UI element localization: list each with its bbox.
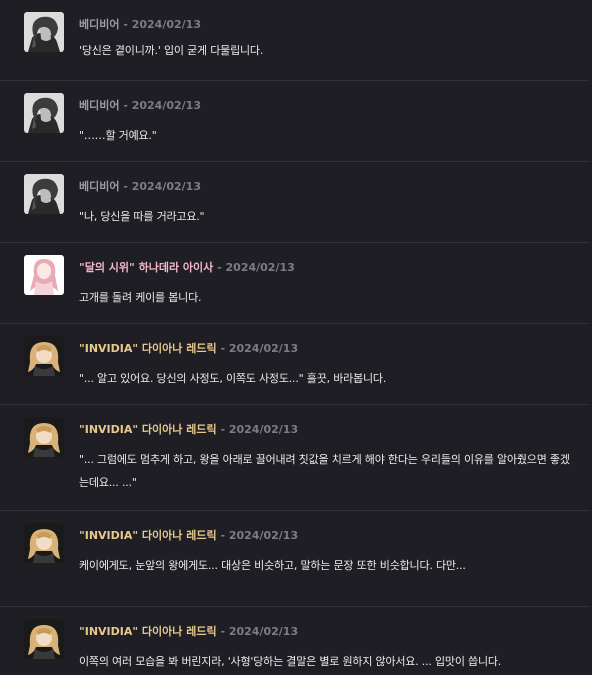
blonde-girl-avatar-icon[interactable] [24, 523, 64, 563]
message-date: 2024/02/13 [228, 625, 299, 638]
author-name[interactable]: 베디비어 [79, 99, 119, 112]
date-separator: - [216, 342, 229, 355]
chat-message: "INVIDIA" 다이아나 레드릭 - 2024/02/13 "... 그럼에… [0, 405, 589, 511]
message-header: "INVIDIA" 다이아나 레드릭 - 2024/02/13 [79, 529, 298, 543]
chat-message: 베디비어 - 2024/02/13 '당신은 곁이니까.' 입이 굳게 다물립니… [0, 0, 589, 81]
message-text: '당신은 곁이니까.' 입이 굳게 다물립니다. [79, 44, 264, 57]
chat-message: "INVIDIA" 다이아나 레드릭 - 2024/02/13 이쪽의 여러 모… [0, 607, 589, 675]
message-text: 케이에게도, 눈앞의 왕에게도... 대상은 비슷하고, 말하는 문장 또한 비… [79, 559, 466, 572]
dark-haired-man-avatar-icon[interactable] [24, 174, 64, 214]
chat-message: "INVIDIA" 다이아나 레드릭 - 2024/02/13 "... 알고 … [0, 324, 589, 405]
date-separator: - [216, 529, 229, 542]
chat-message: 베디비어 - 2024/02/13 "……할 거예요." [0, 81, 589, 162]
date-separator: - [119, 18, 132, 31]
message-header: 베디비어 - 2024/02/13 [79, 99, 201, 113]
message-date: 2024/02/13 [228, 529, 299, 542]
message-date: 2024/02/13 [131, 18, 201, 31]
message-text: "나, 당신을 따를 거라고요." [79, 210, 205, 223]
date-separator: - [213, 261, 226, 274]
message-header: 베디비어 - 2024/02/13 [79, 180, 201, 194]
pink-haired-girl-avatar-icon[interactable] [24, 255, 64, 295]
message-header: "달의 시위" 하나데라 아이사 - 2024/02/13 [79, 261, 295, 275]
message-text: "... 알고 있어요. 당신의 사정도, 이쪽도 사정도..." 흘끗, 바라… [79, 372, 387, 385]
message-date: 2024/02/13 [228, 423, 299, 436]
author-name[interactable]: "달의 시위" 하나데라 아이사 [79, 261, 213, 274]
message-text: "... 그럼에도 멈추게 하고, 왕을 아래로 끌어내려 칫값을 치르게 해야… [79, 453, 570, 489]
chat-message: "달의 시위" 하나데라 아이사 - 2024/02/13 고개를 돌려 케이를… [0, 243, 589, 324]
dark-haired-man-avatar-icon[interactable] [24, 93, 64, 133]
message-text: 고개를 돌려 케이를 봅니다. [79, 291, 202, 304]
message-header: "INVIDIA" 다이아나 레드릭 - 2024/02/13 [79, 342, 298, 356]
message-date: 2024/02/13 [228, 342, 299, 355]
blonde-girl-avatar-icon[interactable] [24, 417, 64, 457]
author-name[interactable]: "INVIDIA" 다이아나 레드릭 [79, 625, 217, 638]
message-date: 2024/02/13 [225, 261, 295, 274]
date-separator: - [119, 180, 132, 193]
message-text: 이쪽의 여러 모습을 봐 버린지라, '사형'당하는 결말은 별로 원하지 않아… [79, 655, 502, 668]
message-header: "INVIDIA" 다이아나 레드릭 - 2024/02/13 [79, 423, 298, 437]
author-name[interactable]: "INVIDIA" 다이아나 레드릭 [79, 342, 217, 355]
message-date: 2024/02/13 [131, 180, 201, 193]
date-separator: - [119, 99, 132, 112]
author-name[interactable]: "INVIDIA" 다이아나 레드릭 [79, 529, 217, 542]
date-separator: - [216, 423, 229, 436]
blonde-girl-avatar-icon[interactable] [24, 336, 64, 376]
blonde-girl-avatar-icon[interactable] [24, 619, 64, 659]
message-feed: 베디비어 - 2024/02/13 '당신은 곁이니까.' 입이 굳게 다물립니… [0, 0, 592, 675]
chat-message: "INVIDIA" 다이아나 레드릭 - 2024/02/13 케이에게도, 눈… [0, 511, 589, 607]
dark-haired-man-avatar-icon[interactable] [24, 12, 64, 52]
message-header: 베디비어 - 2024/02/13 [79, 18, 201, 32]
author-name[interactable]: 베디비어 [79, 18, 119, 31]
author-name[interactable]: 베디비어 [79, 180, 119, 193]
message-date: 2024/02/13 [131, 99, 201, 112]
chat-message: 베디비어 - 2024/02/13 "나, 당신을 따를 거라고요." [0, 162, 589, 243]
author-name[interactable]: "INVIDIA" 다이아나 레드릭 [79, 423, 217, 436]
date-separator: - [216, 625, 229, 638]
message-header: "INVIDIA" 다이아나 레드릭 - 2024/02/13 [79, 625, 298, 639]
message-text: "……할 거예요." [79, 129, 157, 142]
